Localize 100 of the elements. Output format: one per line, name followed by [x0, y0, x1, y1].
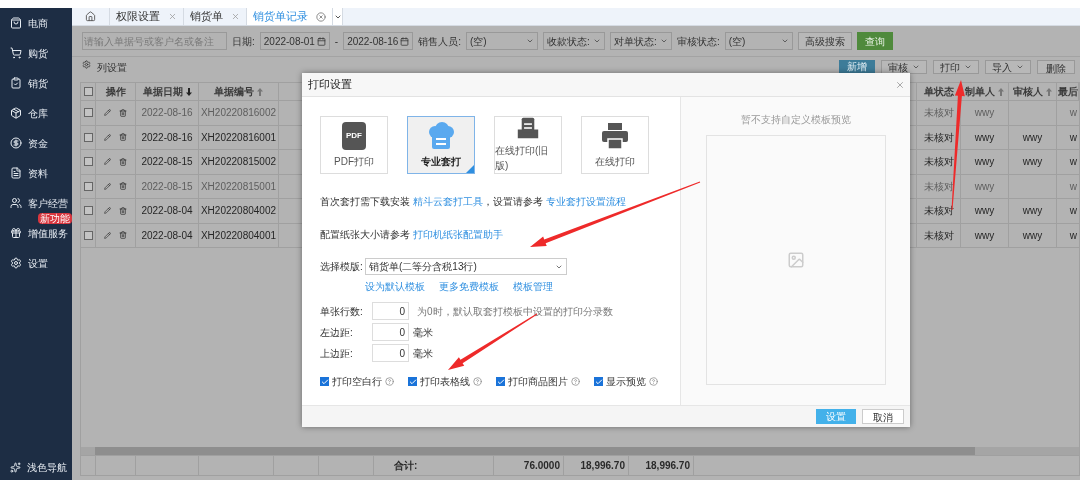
- delete-icon[interactable]: [119, 157, 127, 166]
- query-button[interactable]: 查询: [856, 32, 893, 50]
- table-cell-text: w: [1068, 228, 1078, 243]
- help-icon[interactable]: [649, 377, 658, 386]
- caret-icon: [659, 37, 668, 45]
- print-mode-option[interactable]: 专业套打: [407, 116, 475, 174]
- column-header[interactable]: 单据编号: [199, 83, 279, 100]
- select-all-checkbox[interactable]: [83, 87, 93, 96]
- close-icon[interactable]: [895, 80, 905, 90]
- dropdown-button[interactable]: 审核: [881, 60, 927, 74]
- sidebar-item[interactable]: 资料: [0, 165, 72, 181]
- advanced-search-button[interactable]: 高级搜索: [797, 32, 852, 50]
- edit-icon[interactable]: [104, 182, 111, 190]
- sidebar-item[interactable]: 电商: [0, 15, 72, 31]
- caret-icon: [780, 37, 789, 45]
- tabs-menu[interactable]: [333, 8, 343, 25]
- payment-status-select[interactable]: 收款状态:: [542, 32, 605, 50]
- total-amount: 18,996.70: [564, 456, 629, 475]
- dropdown-button[interactable]: 导入: [985, 60, 1031, 74]
- help-icon[interactable]: [473, 377, 482, 386]
- close-icon[interactable]: [168, 12, 177, 21]
- delete-icon[interactable]: [119, 206, 127, 215]
- sidebar-item[interactable]: 客户经营: [0, 195, 72, 211]
- row-checkbox[interactable]: [83, 206, 93, 216]
- option-checkbox[interactable]: [496, 377, 505, 386]
- delete-button[interactable]: 删除: [1037, 60, 1075, 74]
- salesperson-select[interactable]: (空): [465, 32, 538, 50]
- field-label: 左边距:: [320, 325, 354, 340]
- cart-icon: [10, 47, 22, 59]
- template-link[interactable]: 设为默认模板: [365, 279, 425, 294]
- delete-icon[interactable]: [119, 133, 127, 142]
- sidebar-item[interactable]: 增值服务: [0, 225, 72, 241]
- edit-icon[interactable]: [104, 158, 111, 166]
- add-button[interactable]: 新增: [839, 60, 875, 74]
- table-cell: XH20220815002: [199, 150, 279, 174]
- number-field[interactable]: 0: [372, 344, 409, 362]
- option-checkbox[interactable]: [408, 377, 417, 386]
- check-icon: [594, 377, 603, 386]
- template-link[interactable]: 模板管理: [513, 279, 553, 294]
- setup-guide-link[interactable]: 专业套打设置流程: [545, 196, 626, 207]
- field-label: 单张行数:: [320, 304, 364, 319]
- tool-download-link[interactable]: 精斗云套打工具: [412, 196, 483, 207]
- reconcile-status-select[interactable]: 对单状态:: [609, 32, 672, 50]
- column-header[interactable]: 最后: [1057, 84, 1078, 99]
- help-icon[interactable]: [385, 377, 394, 386]
- print-mode-option[interactable]: PDF PDF打印: [320, 116, 388, 174]
- sidebar-item[interactable]: 购货: [0, 45, 72, 61]
- row-checkbox[interactable]: [83, 108, 93, 118]
- table-cell: wwy: [961, 199, 1009, 223]
- home-icon: [85, 11, 96, 22]
- template-link[interactable]: 更多免费模板: [439, 279, 499, 294]
- table-cell-text: w: [1068, 155, 1078, 170]
- row-checkbox[interactable]: [83, 132, 93, 142]
- close-icon[interactable]: [231, 12, 240, 21]
- image-placeholder-icon: [786, 251, 805, 269]
- column-header[interactable]: 单据日期: [136, 83, 199, 100]
- delete-icon[interactable]: [119, 231, 127, 240]
- help-icon[interactable]: [571, 377, 580, 386]
- theme-toggle[interactable]: 浅色导航: [0, 454, 72, 480]
- table-cell: 2022-08-04: [136, 199, 199, 223]
- column-header[interactable]: 制单人: [965, 84, 1004, 99]
- number-field[interactable]: 0: [372, 302, 409, 320]
- edit-icon[interactable]: [104, 231, 111, 239]
- paper-helper-link[interactable]: 打印机纸张配置助手: [412, 229, 503, 240]
- option-checkbox[interactable]: [320, 377, 329, 386]
- sidebar-item[interactable]: 资金: [0, 135, 72, 151]
- table-cell-text: w: [1068, 179, 1078, 194]
- date-field[interactable]: 2022-08-16: [343, 32, 414, 50]
- option-checkbox[interactable]: [594, 377, 603, 386]
- delete-icon[interactable]: [119, 108, 127, 117]
- column-header[interactable]: 操作: [96, 83, 136, 100]
- row-checkbox[interactable]: [83, 157, 93, 167]
- template-select[interactable]: 销货单(二等分含税13行): [365, 258, 567, 275]
- print-mode-option[interactable]: 在线打印: [581, 116, 649, 174]
- sidebar-item[interactable]: 销货: [0, 75, 72, 91]
- date-field[interactable]: 2022-08-01: [259, 32, 330, 50]
- people-icon: [10, 197, 22, 209]
- page-tab[interactable]: 销货单记录: [247, 8, 333, 25]
- edit-icon[interactable]: [104, 133, 111, 141]
- edit-icon[interactable]: [104, 207, 111, 215]
- sidebar-item[interactable]: 设置: [0, 255, 72, 271]
- edit-icon[interactable]: [104, 109, 111, 117]
- print-mode-option[interactable]: 在线打印(旧版): [494, 116, 562, 174]
- dropdown-button[interactable]: 打印: [933, 60, 979, 74]
- sidebar-item[interactable]: 仓库: [0, 105, 72, 121]
- column-header[interactable]: 审核人: [1013, 84, 1052, 99]
- option-label: 打印空白行: [332, 375, 382, 389]
- number-field[interactable]: 0: [372, 323, 409, 341]
- row-checkbox[interactable]: [83, 181, 93, 191]
- cancel-button[interactable]: 取消: [862, 409, 904, 424]
- column-header[interactable]: 单状态: [923, 84, 954, 99]
- row-checkbox[interactable]: [83, 230, 93, 240]
- delete-icon[interactable]: [119, 182, 127, 191]
- horizontal-scrollbar[interactable]: [81, 447, 1079, 455]
- table-cell: 未核对: [917, 223, 961, 247]
- close-icon[interactable]: [316, 11, 326, 22]
- field-label: 上边距:: [320, 346, 354, 361]
- audit-status-select[interactable]: (空): [724, 32, 793, 50]
- column-settings-link[interactable]: 列设置: [97, 60, 127, 75]
- page-tab[interactable]: 权限设置: [110, 8, 184, 25]
